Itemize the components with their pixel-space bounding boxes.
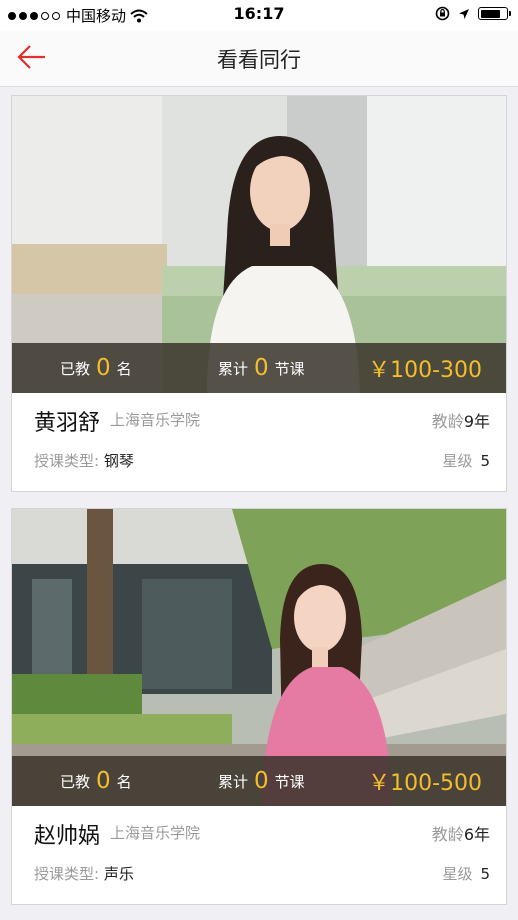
star-level: 星级 5 [442,450,490,471]
teaching-years: 教龄9年 [432,408,490,432]
taught-count: 0 [96,355,111,381]
star-level-value: 5 [480,452,490,470]
page-title: 看看同行 [217,48,301,72]
taught-unit: 名 [116,359,132,378]
lessons-count: 0 [254,768,269,794]
lesson-type-label: 授课类型: [34,865,100,883]
lessons-unit: 节课 [274,359,305,378]
lesson-type: 授课类型: 钢琴 [34,450,134,471]
star-level-label: 星级 [442,865,473,883]
battery-icon [478,7,511,20]
star-level-value: 5 [480,865,490,883]
taught-count: 0 [96,768,111,794]
price-range: ￥100-300 [368,358,482,383]
star-level: 星级 5 [442,863,490,884]
lessons-unit: 节课 [274,772,305,791]
status-right [435,6,511,21]
taught-label: 已教 [60,772,91,791]
stats-bar: 已教 0 名 累计 0 节课 ￥100-500 [12,756,506,806]
lessons-stat: 累计 0 节课 [218,343,305,393]
lesson-type-value: 声乐 [103,865,134,883]
taught-unit: 名 [116,772,132,791]
taught-students-stat: 已教 0 名 [60,343,132,393]
lessons-label: 累计 [218,772,249,791]
rotation-lock-icon [435,6,450,21]
teaching-years-label: 教龄 [431,825,464,844]
lesson-type-value: 钢琴 [103,452,134,470]
teaching-years-value: 6年 [463,825,490,844]
school-name: 上海音乐学院 [110,411,201,429]
battery-fill [480,9,500,18]
lesson-type: 授课类型: 声乐 [34,863,134,884]
lesson-type-label: 授课类型: [34,452,100,470]
teaching-years-label: 教龄 [431,412,464,431]
school-name: 上海音乐学院 [110,824,201,842]
teaching-years-value: 9年 [463,412,490,431]
teacher-name: 赵帅娲 [34,824,101,849]
back-arrow-icon [17,45,45,69]
price-range: ￥100-500 [368,771,482,796]
teaching-years: 教龄6年 [432,821,490,845]
back-button[interactable] [16,42,52,72]
lessons-stat: 累计 0 节课 [218,756,305,806]
teacher-card[interactable]: 已教 0 名 累计 0 节课 ￥100-300 黄羽舒 上海音乐学院 教龄9年 … [11,95,507,492]
status-bar: 中国移动 16:17 [0,0,518,30]
taught-label: 已教 [60,359,91,378]
teacher-name: 黄羽舒 [34,411,101,436]
taught-students-stat: 已教 0 名 [60,756,132,806]
stats-bar: 已教 0 名 累计 0 节课 ￥100-300 [12,343,506,393]
lessons-label: 累计 [218,359,249,378]
nav-bar: 看看同行 [0,30,518,87]
teacher-card[interactable]: 已教 0 名 累计 0 节课 ￥100-500 赵帅娲 上海音乐学院 教龄6年 … [11,508,507,905]
star-level-label: 星级 [442,452,473,470]
location-arrow-icon [458,8,470,20]
lessons-count: 0 [254,355,269,381]
